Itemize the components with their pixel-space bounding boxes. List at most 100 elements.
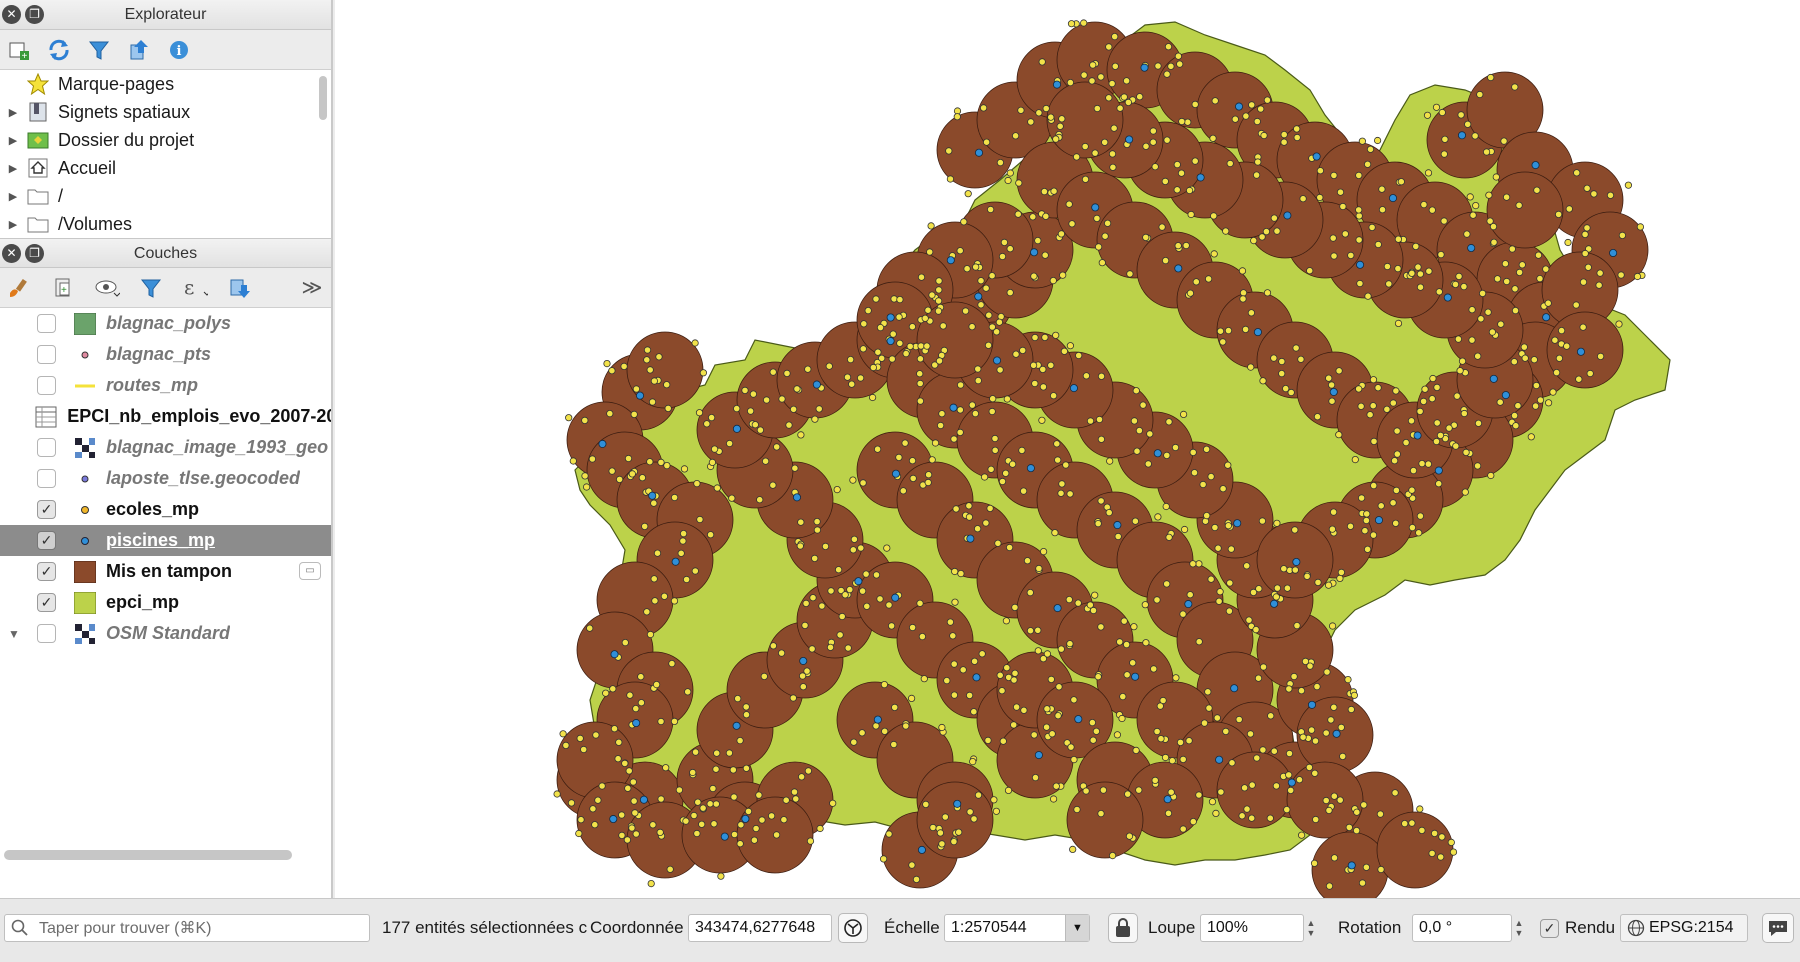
school-point — [1438, 833, 1446, 841]
school-point — [1042, 104, 1050, 113]
memory-layer-icon[interactable]: ▭ — [299, 562, 321, 580]
school-point — [931, 439, 940, 447]
layer-row[interactable]: blagnac_polys — [0, 308, 331, 339]
add-layer-icon[interactable]: + — [6, 37, 32, 63]
filter-legend-icon[interactable] — [138, 275, 164, 301]
coordinate-field[interactable]: 343474,6277648 — [688, 914, 832, 942]
school-point — [741, 386, 749, 394]
layer-row[interactable]: blagnac_pts — [0, 339, 331, 370]
layer-checkbox[interactable] — [37, 624, 56, 643]
school-point — [978, 650, 986, 658]
more-tools-icon[interactable]: ≫ — [299, 275, 325, 301]
close-panel-icon[interactable]: ✕ — [2, 244, 21, 263]
browser-item-spatial-bookmarks[interactable]: ▶ Signets spatiaux — [0, 98, 331, 126]
browser-item-volumes[interactable]: ▶ /Volumes — [0, 210, 331, 238]
rotation-spinner-icon[interactable]: ▲ ▼ — [1512, 914, 1526, 942]
close-panel-icon[interactable]: ✕ — [2, 5, 21, 24]
pool-point — [1307, 700, 1316, 709]
map-canvas[interactable] — [335, 0, 1800, 898]
layer-checkbox[interactable]: ✓ — [37, 531, 56, 550]
layer-checkbox[interactable] — [37, 314, 56, 333]
school-point — [1357, 494, 1366, 502]
expand-arrow-icon[interactable]: ▶ — [0, 162, 26, 175]
float-panel-icon[interactable]: ❐ — [25, 5, 44, 24]
layer-row[interactable]: ✓ Mis en tampon ▭ — [0, 556, 331, 587]
school-point — [1226, 159, 1234, 168]
collapse-arrow-icon[interactable]: ▼ — [0, 627, 28, 641]
expand-arrow-icon[interactable]: ▶ — [0, 134, 26, 147]
layer-checkbox[interactable]: ✓ — [37, 562, 56, 581]
browser-scrollbar[interactable] — [319, 76, 327, 120]
info-icon[interactable]: i — [166, 37, 192, 63]
school-point — [649, 821, 657, 829]
browser-item-bookmarks[interactable]: Marque-pages — [0, 70, 331, 98]
magnifier-field[interactable]: 100% — [1200, 914, 1304, 942]
refresh-icon[interactable] — [46, 37, 72, 63]
pool-point — [1163, 795, 1172, 804]
school-point — [1330, 792, 1338, 800]
layer-checkbox[interactable] — [37, 345, 56, 364]
school-point — [902, 349, 910, 358]
school-point — [891, 703, 899, 712]
school-point — [970, 815, 978, 823]
messages-icon[interactable] — [1762, 913, 1794, 943]
layer-row[interactable]: ✓ ecoles_mp — [0, 494, 331, 525]
collapse-all-icon[interactable] — [126, 37, 152, 63]
filter-icon[interactable] — [86, 37, 112, 63]
rotation-field[interactable]: 0,0 ° — [1412, 914, 1512, 942]
pool-point — [1052, 80, 1061, 89]
layer-row[interactable]: EPCI_nb_emplois_evo_2007-20 — [0, 401, 331, 432]
style-brush-icon[interactable] — [6, 275, 32, 301]
layer-row[interactable]: laposte_tlse.geocoded — [0, 463, 331, 494]
layer-row[interactable]: ▼ OSM Standard — [0, 618, 331, 649]
layers-horizontal-scrollbar[interactable] — [4, 850, 292, 860]
school-point — [1297, 355, 1305, 363]
expand-arrow-icon[interactable]: ▶ — [0, 106, 26, 119]
layer-checkbox[interactable]: ✓ — [37, 593, 56, 612]
layer-checkbox[interactable] — [37, 438, 56, 457]
layer-row[interactable]: routes_mp — [0, 370, 331, 401]
browser-item-home[interactable]: ▶ Accueil — [0, 154, 331, 182]
school-point — [1409, 466, 1418, 475]
add-group-icon[interactable]: + — [50, 275, 76, 301]
school-point — [1285, 771, 1293, 779]
layer-row[interactable]: blagnac_image_1993_geo — [0, 432, 331, 463]
pool-point — [1174, 264, 1183, 273]
school-point — [1392, 486, 1401, 494]
school-point — [1311, 769, 1319, 777]
scale-combo[interactable]: 1:2570544 ▼ — [944, 914, 1090, 942]
school-point — [1006, 245, 1014, 253]
layer-row-selected[interactable]: ✓ piscines_mp — [0, 525, 331, 556]
crs-button[interactable]: EPSG:2154 — [1620, 914, 1748, 942]
browser-item-root[interactable]: ▶ / — [0, 182, 331, 210]
render-checkbox[interactable]: ✓ — [1540, 918, 1559, 938]
magnifier-spinner-icon[interactable]: ▲ ▼ — [1304, 914, 1318, 942]
expand-arrow-icon[interactable]: ▶ — [0, 190, 26, 203]
float-panel-icon[interactable]: ❐ — [25, 244, 44, 263]
school-point — [1149, 127, 1157, 135]
school-point — [863, 602, 871, 610]
polygon-symbol-icon — [74, 312, 96, 335]
chevron-down-icon[interactable]: ▼ — [1065, 915, 1089, 941]
toggle-extents-icon[interactable] — [838, 913, 868, 943]
expand-all-icon[interactable] — [226, 275, 252, 301]
school-point — [936, 829, 945, 837]
lock-scale-icon[interactable] — [1108, 913, 1138, 943]
pool-point — [1034, 751, 1043, 760]
expand-arrow-icon[interactable]: ▶ — [0, 218, 26, 231]
locator-search-input[interactable]: Taper pour trouver (⌘K) — [4, 914, 370, 942]
pool-point — [1531, 161, 1540, 170]
browser-item-project-folder[interactable]: ▶ Dossier du projet — [0, 126, 331, 154]
school-point — [684, 688, 692, 696]
expression-filter-icon[interactable]: ε — [182, 275, 208, 301]
layer-row[interactable]: ✓ epci_mp — [0, 587, 331, 618]
school-point — [1544, 299, 1552, 307]
school-point — [643, 346, 652, 354]
layer-checkbox[interactable] — [37, 469, 56, 488]
school-point — [1280, 565, 1288, 573]
layer-checkbox[interactable] — [37, 376, 56, 395]
visibility-eye-icon[interactable] — [94, 275, 120, 301]
school-point — [591, 821, 599, 829]
school-point — [1534, 251, 1543, 259]
layer-checkbox[interactable]: ✓ — [37, 500, 56, 519]
